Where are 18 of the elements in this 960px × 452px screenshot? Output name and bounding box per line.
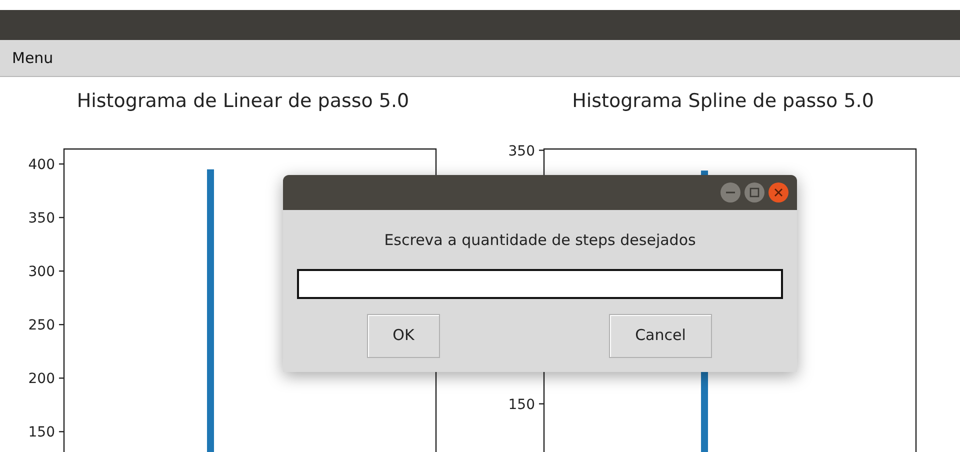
maximize-icon[interactable] bbox=[744, 182, 765, 203]
minimize-icon[interactable] bbox=[720, 182, 741, 203]
tick-label: 350 bbox=[28, 210, 55, 227]
tick-label: 300 bbox=[28, 264, 55, 280]
input-field[interactable] bbox=[297, 268, 783, 298]
tick-label: 400 bbox=[28, 157, 55, 173]
chart-title: Histograma Spline de passo 5.0 bbox=[572, 90, 874, 112]
ok-button[interactable]: OK bbox=[367, 314, 440, 358]
tick-label: 150 bbox=[508, 396, 535, 413]
close-icon[interactable] bbox=[768, 182, 789, 203]
chart-title: Histograma de Linear de passo 5.0 bbox=[76, 90, 410, 112]
tick-label: 200 bbox=[28, 371, 55, 388]
tick-label: 250 bbox=[28, 318, 55, 334]
tick-label: 350 bbox=[508, 143, 535, 160]
dialog-message: Escreva a quantidade de steps desejados bbox=[384, 230, 696, 251]
menu-item[interactable]: Menu bbox=[12, 46, 54, 70]
cancel-button[interactable]: Cancel bbox=[609, 314, 712, 358]
tick-label: 150 bbox=[28, 424, 55, 441]
